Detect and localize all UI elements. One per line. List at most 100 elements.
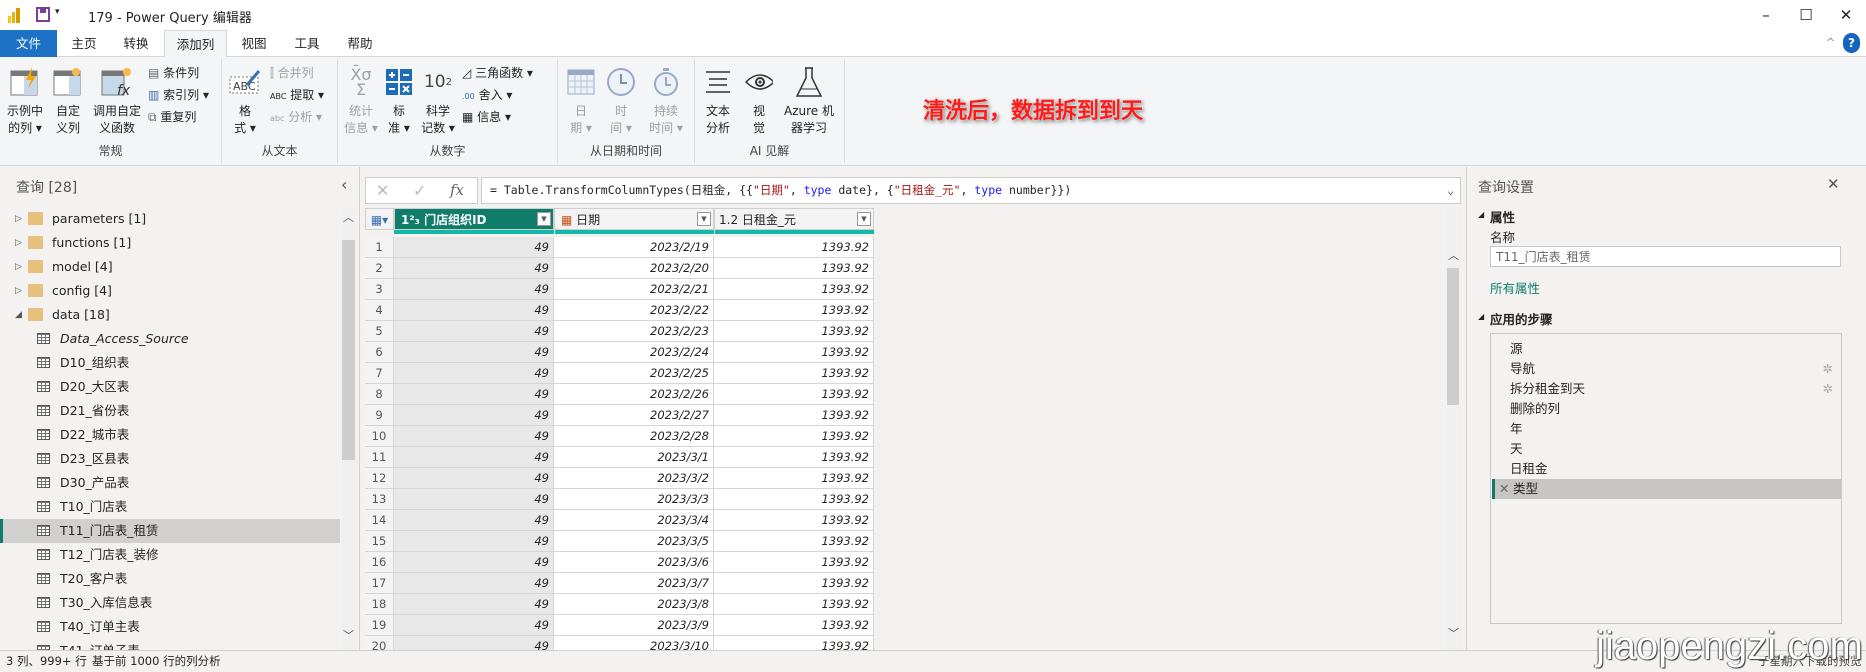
applied-step[interactable]: 拆分租金到天 ✲ [1492,379,1841,399]
minimize-button[interactable]: – [1746,4,1786,26]
table-cell[interactable]: 2023/3/10 [554,636,714,650]
gear-icon[interactable]: ✲ [1823,379,1833,399]
query-item[interactable]: T10_门店表 [0,495,340,519]
table-cell[interactable]: 2023/2/25 [554,363,714,384]
query-item[interactable]: D22_城市表 [0,423,340,447]
table-cell[interactable]: 2023/2/22 [554,300,714,321]
statistics-button[interactable]: X̄σ Σ 统计 信息 ▾ [344,65,378,137]
delete-step-icon[interactable]: ✕ [1499,479,1509,499]
trigonometry-button[interactable]: ◿ 三角函数 ▾ [462,63,533,83]
index-column-button[interactable]: ▥ 索引列 ▾ [148,85,209,105]
scroll-down-icon[interactable]: ﹀ [343,627,354,643]
applied-step[interactable]: ✕ 类型 [1492,479,1841,499]
table-cell[interactable]: 1393.92 [714,573,874,594]
table-cell[interactable]: 2023/3/5 [554,531,714,552]
queries-scrollbar[interactable]: ︿ ﹀ [341,207,356,650]
row-number[interactable]: 13 [365,489,394,510]
table-cell[interactable]: 1393.92 [714,615,874,636]
table-cell[interactable]: 1393.92 [714,405,874,426]
tab-file[interactable]: 文件 [0,30,57,57]
table-cell[interactable]: 1393.92 [714,468,874,489]
table-cell[interactable]: 49 [394,531,554,552]
query-item[interactable]: D30_产品表 [0,471,340,495]
table-cell[interactable]: 1393.92 [714,384,874,405]
query-folder[interactable]: ▷ config [4] [0,279,340,303]
table-cell[interactable]: 2023/2/20 [554,258,714,279]
tab-tools[interactable]: 工具 [283,30,331,57]
close-button[interactable]: ✕ [1826,4,1866,26]
table-cell[interactable]: 2023/3/7 [554,573,714,594]
expanded-icon[interactable]: ◢ [15,303,22,327]
query-item[interactable]: T20_客户表 [0,567,340,591]
row-number[interactable]: 14 [365,510,394,531]
column-header-date[interactable]: ▦ 日期 ▼ [554,208,714,230]
table-cell[interactable]: 1393.92 [714,300,874,321]
table-cell[interactable]: 1393.92 [714,510,874,531]
applied-step[interactable]: 天 [1492,439,1841,459]
table-cell[interactable]: 2023/2/28 [554,426,714,447]
row-number[interactable]: 2 [365,258,394,279]
vision-button[interactable]: 视 觉 [745,65,773,137]
table-cell[interactable]: 2023/3/8 [554,594,714,615]
row-number[interactable]: 5 [365,321,394,342]
table-cell[interactable]: 1393.92 [714,258,874,279]
table-cell[interactable]: 2023/2/21 [554,279,714,300]
table-cell[interactable]: 1393.92 [714,363,874,384]
scientific-button[interactable]: 10 2 科学 记数 ▾ [420,65,456,137]
duration-button[interactable]: 持续 时间 ▾ [646,65,686,137]
date-type-icon[interactable]: ▦ [561,213,572,227]
scroll-down-icon[interactable]: ﹀ [1448,625,1459,641]
query-folder[interactable]: ▷ functions [1] [0,231,340,255]
table-cell[interactable]: 2023/2/26 [554,384,714,405]
standard-button[interactable]: 标 准 ▾ [384,65,414,137]
table-cell[interactable]: 1393.92 [714,426,874,447]
row-number[interactable]: 16 [365,552,394,573]
scrollbar-thumb[interactable] [342,240,355,460]
table-cell[interactable]: 2023/2/24 [554,342,714,363]
collapse-properties-icon[interactable]: ◢ [1478,210,1484,219]
collapsed-icon[interactable]: ▷ [15,255,22,279]
tab-transform[interactable]: 转换 [112,30,160,57]
row-number[interactable]: 17 [365,573,394,594]
tab-view[interactable]: 视图 [230,30,278,57]
table-cell[interactable]: 2023/2/27 [554,405,714,426]
table-cell[interactable]: 49 [394,573,554,594]
extract-button[interactable]: ABC 提取 ▾ [270,85,324,105]
table-cell[interactable]: 1393.92 [714,342,874,363]
table-cell[interactable]: 49 [394,594,554,615]
table-cell[interactable]: 1393.92 [714,321,874,342]
query-folder[interactable]: ▷ model [4] [0,255,340,279]
fx-icon[interactable]: fx [450,181,464,199]
expand-formula-icon[interactable]: ⌄ [1447,178,1454,203]
table-cell[interactable]: 2023/3/4 [554,510,714,531]
table-cell[interactable]: 49 [394,258,554,279]
table-cell[interactable]: 1393.92 [714,447,874,468]
scroll-up-icon[interactable]: ︿ [1448,247,1459,263]
query-name-input[interactable] [1490,246,1841,267]
collapsed-icon[interactable]: ▷ [15,231,22,255]
duplicate-column-button[interactable]: ⧉ 重复列 [148,107,196,127]
maximize-button[interactable]: ☐ [1786,4,1826,26]
table-cell[interactable]: 49 [394,342,554,363]
row-number[interactable]: 8 [365,384,394,405]
column-filter-icon[interactable]: ▼ [697,212,711,226]
save-icon[interactable] [36,7,50,25]
table-cell[interactable]: 49 [394,279,554,300]
row-number[interactable]: 19 [365,615,394,636]
table-menu-icon[interactable]: ▦▾ [365,208,394,230]
row-number[interactable]: 15 [365,531,394,552]
table-cell[interactable]: 2023/3/2 [554,468,714,489]
parse-button[interactable]: abc 分析 ▾ [270,107,322,127]
collapsed-icon[interactable]: ▷ [15,207,22,231]
table-cell[interactable]: 1393.92 [714,552,874,573]
scrollbar-thumb[interactable] [1447,268,1459,405]
table-cell[interactable]: 1393.92 [714,489,874,510]
information-button[interactable]: ▦ 信息 ▾ [462,107,511,127]
table-cell[interactable]: 1393.92 [714,237,874,258]
whole-number-type-icon[interactable]: 1²₃ [401,213,420,227]
custom-column-button[interactable]: 自定 义列 [50,65,86,137]
table-cell[interactable]: 2023/3/9 [554,615,714,636]
query-item[interactable]: D10_组织表 [0,351,340,375]
azure-ml-button[interactable]: Azure 机 器学习 [781,65,837,137]
table-cell[interactable]: 49 [394,468,554,489]
